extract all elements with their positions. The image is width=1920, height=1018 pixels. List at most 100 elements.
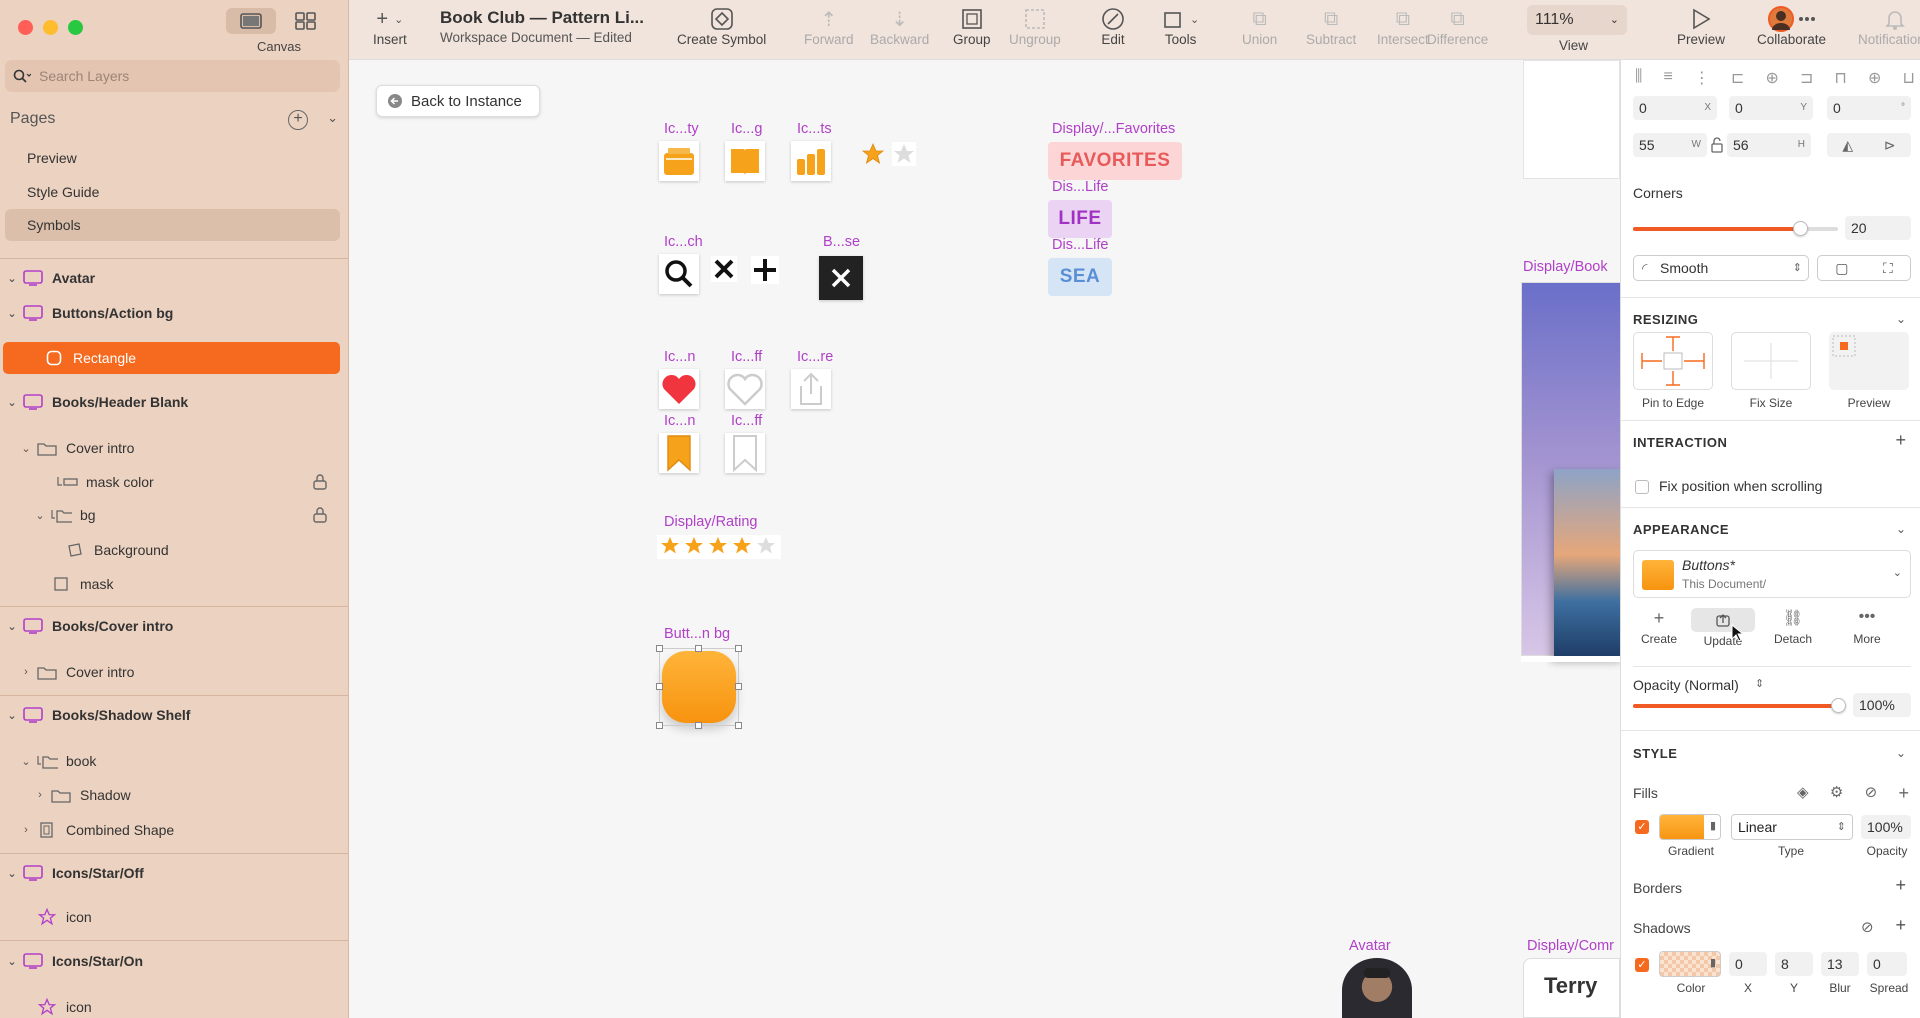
life-tag[interactable]: LIFE	[1048, 200, 1112, 238]
avatar[interactable]	[1342, 958, 1412, 1018]
corners-slider[interactable]	[1633, 221, 1838, 236]
layer-icon-star-on[interactable]: icon	[0, 990, 348, 1018]
layer-style-select[interactable]: Buttons* This Document/ ⌄	[1633, 550, 1911, 598]
create-symbol-button[interactable]: Create Symbol	[677, 6, 766, 47]
share-icon[interactable]	[791, 369, 831, 409]
lock-ratio-icon[interactable]	[1711, 137, 1723, 153]
shadow-enabled-checkbox[interactable]: ✓	[1635, 958, 1649, 972]
add-shadow-button[interactable]: +	[1895, 915, 1906, 936]
opacity-field[interactable]: 100%	[1853, 693, 1911, 717]
chevron-down-icon[interactable]: ⌄	[1896, 746, 1906, 760]
canvas-view-button[interactable]	[226, 8, 276, 34]
heart-on-icon[interactable]	[659, 369, 699, 409]
close-icon[interactable]	[711, 256, 737, 282]
collapse-pages-chevron-icon[interactable]: ⌄	[327, 110, 338, 126]
lock-icon[interactable]	[313, 507, 327, 523]
slider-knob[interactable]	[1831, 698, 1846, 713]
slider-knob[interactable]	[1793, 221, 1808, 236]
zoom-window-button[interactable]	[68, 20, 83, 35]
canvas[interactable]: Back to Instance Ic...ty Ic...g Ic...ts …	[349, 60, 1620, 1018]
selected-rectangle[interactable]	[656, 645, 742, 729]
page-preview[interactable]: Preview	[5, 142, 340, 174]
shadow-blur-field[interactable]: 13	[1821, 952, 1859, 976]
layer-cover-intro[interactable]: ⌄ Cover intro	[0, 431, 348, 465]
chevron-down-icon[interactable]: ⌄	[6, 709, 18, 722]
opacity-label[interactable]: Opacity (Normal)	[1633, 677, 1739, 693]
star-off-icon[interactable]	[892, 142, 916, 166]
group-button[interactable]: Group	[953, 6, 991, 47]
layer-bg[interactable]: ⌄ bg	[0, 498, 348, 532]
layer-combined-shape[interactable]: › Combined Shape	[0, 813, 348, 847]
tools-button[interactable]: ⌄ Tools	[1162, 6, 1199, 47]
add-fill-button[interactable]: +	[1898, 783, 1909, 804]
shadow-spread-field[interactable]: 0	[1867, 952, 1907, 976]
backward-button[interactable]: ⇣ Backward	[870, 6, 929, 48]
chevron-down-icon[interactable]: ⌄	[20, 755, 32, 768]
subtract-button[interactable]: ⧉ Subtract	[1306, 6, 1356, 48]
rotation-field[interactable]: 0 °	[1827, 96, 1911, 120]
collaborate-button[interactable]: Collaborate	[1757, 6, 1826, 47]
fill-opacity-field[interactable]: 100%	[1861, 815, 1911, 839]
search-input[interactable]	[39, 68, 319, 84]
notifications-button[interactable]: Notifications	[1858, 6, 1920, 47]
back-to-instance-button[interactable]: Back to Instance	[376, 85, 540, 117]
minimize-window-button[interactable]	[43, 20, 58, 35]
x-field[interactable]: 0X	[1633, 96, 1717, 120]
preview-button[interactable]: Preview	[1677, 6, 1725, 47]
add-interaction-button[interactable]: +	[1895, 430, 1906, 451]
chevron-right-icon[interactable]: ›	[20, 666, 32, 678]
artboard-card[interactable]	[1523, 60, 1620, 179]
more-style-button[interactable]: ••• More	[1835, 608, 1899, 646]
resize-handle[interactable]	[695, 645, 702, 652]
distribute-vertical-icon[interactable]: ≡	[1663, 68, 1672, 92]
layer-background[interactable]: Background	[0, 533, 348, 567]
opacity-slider[interactable]	[1633, 698, 1846, 713]
layer-book[interactable]: ⌄ book	[0, 744, 348, 778]
chevron-down-icon[interactable]: ⌄	[6, 307, 18, 320]
page-style-guide[interactable]: Style Guide	[5, 176, 340, 208]
document-title[interactable]: Book Club — Pattern Li...	[440, 8, 644, 28]
stepper-icon[interactable]: ⇕	[1755, 677, 1764, 690]
insert-button[interactable]: + ⌄ Insert	[373, 6, 407, 48]
display-book-artboard[interactable]	[1521, 282, 1620, 659]
resize-handle[interactable]	[656, 722, 663, 729]
corner-style-select[interactable]: ◜ Smooth ⇕	[1633, 255, 1809, 281]
resize-handle[interactable]	[735, 645, 742, 652]
distribute-horizontal-icon[interactable]: ⫼	[1635, 68, 1642, 92]
link-icon[interactable]: ⊘	[1861, 918, 1874, 936]
resize-handle[interactable]	[735, 722, 742, 729]
rating-stars[interactable]	[657, 535, 781, 559]
fill-type-select[interactable]: Linear ⇕	[1731, 814, 1853, 840]
align-top-icon[interactable]: ⊓	[1834, 68, 1846, 92]
height-field[interactable]: 56 H	[1727, 133, 1811, 157]
add-page-button[interactable]: +	[288, 110, 308, 130]
width-field[interactable]: 55 W	[1633, 133, 1707, 157]
comment-name[interactable]: Terry	[1523, 958, 1620, 1018]
layer-icons-star-on[interactable]: ⌄ Icons/Star/On	[0, 944, 348, 978]
pin-to-edge-button[interactable]	[1633, 332, 1713, 390]
lock-icon[interactable]	[313, 474, 327, 490]
fix-size-button[interactable]	[1731, 332, 1811, 390]
layer-mask[interactable]: mask	[0, 567, 348, 601]
star-on-icon[interactable]	[861, 142, 885, 166]
fix-position-checkbox[interactable]	[1635, 480, 1649, 494]
align-center-icon[interactable]: ⊕	[1765, 68, 1778, 92]
more-distribute-icon[interactable]: ⋮	[1694, 68, 1710, 92]
resize-handle[interactable]	[695, 722, 702, 729]
shadow-color-well[interactable]: ▮	[1659, 951, 1721, 977]
bookmark-off-icon[interactable]	[725, 433, 765, 473]
corner-radius-field[interactable]: 20	[1845, 216, 1911, 240]
layer-icons-star-off[interactable]: ⌄ Icons/Star/Off	[0, 856, 348, 890]
chevron-down-icon[interactable]: ⌄	[1896, 312, 1906, 326]
add-border-button[interactable]: +	[1895, 875, 1906, 896]
bookmark-on-icon[interactable]	[659, 433, 699, 473]
union-button[interactable]: ⧉ Union	[1242, 6, 1277, 48]
flip-horizontal-icon[interactable]: ◭	[1842, 137, 1853, 154]
chevron-down-icon[interactable]: ⌄	[1896, 522, 1906, 536]
align-right-icon[interactable]: ⊐	[1800, 68, 1813, 92]
chevron-right-icon[interactable]: ›	[20, 824, 32, 836]
chevron-down-icon[interactable]: ⌄	[6, 955, 18, 968]
link-icon[interactable]: ⊘	[1865, 783, 1878, 804]
chevron-down-icon[interactable]: ⌄	[34, 509, 46, 522]
page-symbols[interactable]: Symbols	[5, 209, 340, 241]
